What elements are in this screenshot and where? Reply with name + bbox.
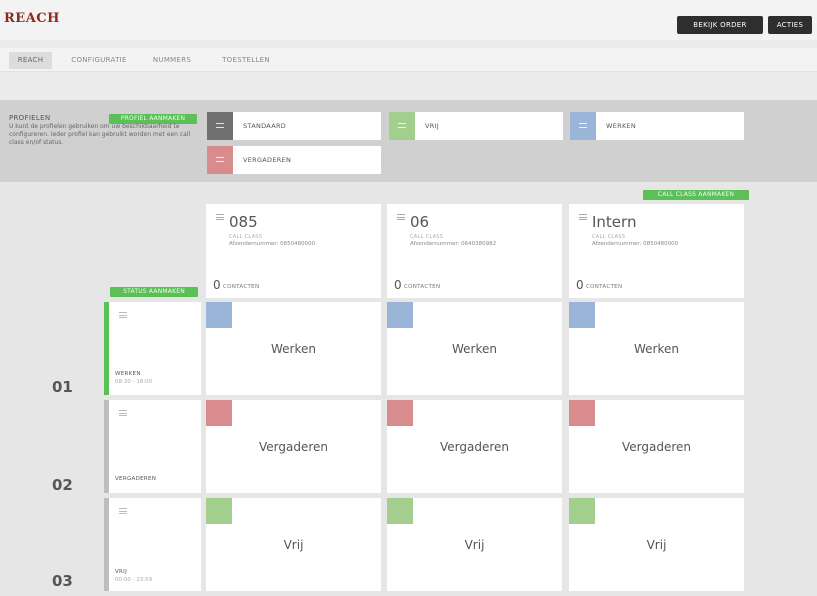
matrix-cell[interactable]: Vergaderen — [569, 400, 744, 493]
profile-color-swatch — [570, 112, 596, 140]
sender-number: Afzendernummer: 0640380982 — [410, 241, 497, 247]
add-status-button[interactable]: STATUS AANMAKEN — [110, 287, 198, 297]
cell-profile-label: Vergaderen — [621, 440, 691, 454]
call-class-label: CALL CLASS — [410, 234, 444, 240]
status-color-bar — [104, 302, 109, 395]
profile-card-vergaderen[interactable]: VERGADEREN — [207, 146, 381, 174]
matrix-cell[interactable]: Vergaderen — [387, 400, 562, 493]
menu-icon — [398, 123, 406, 128]
app-logo: REACH — [4, 11, 60, 26]
menu-icon[interactable] — [119, 312, 127, 318]
status-time: 08:30 - 18:00 — [115, 379, 153, 385]
tab-bar: REACH CONFIGURATIE NUMMERS TOESTELLEN — [0, 48, 817, 72]
cell-profile-label: Vrij — [646, 538, 667, 552]
cell-profile-label: Werken — [452, 342, 497, 356]
matrix-cell[interactable]: Vergaderen — [206, 400, 381, 493]
call-class-name: Intern — [592, 213, 637, 231]
tab-nummers[interactable]: NUMMERS — [144, 52, 200, 69]
call-class-name: 06 — [410, 213, 430, 231]
profiles-section: PROFIELEN PROFIEL AANMAKEN U kunt de pro… — [0, 100, 817, 182]
status-color-bar — [104, 498, 109, 591]
profile-name: VERGADEREN — [243, 156, 292, 164]
profile-card-werken[interactable]: WERKEN — [570, 112, 744, 140]
cell-profile-label: Vrij — [283, 538, 304, 552]
tab-configuratie[interactable]: CONFIGURATIE — [64, 52, 134, 69]
matrix-cell[interactable]: Vrij — [206, 498, 381, 591]
cell-profile-label: Werken — [271, 342, 316, 356]
status-card-vrij[interactable]: VRIJ 00:00 - 23:59 — [104, 498, 201, 591]
matrix-cell[interactable]: Vrij — [569, 498, 744, 591]
sender-number: Afzendernummer: 0850480000 — [229, 241, 316, 247]
menu-icon — [579, 123, 587, 128]
contact-count: 0 — [576, 278, 584, 292]
cell-profile-label: Vergaderen — [439, 440, 509, 454]
status-card-vergaderen[interactable]: VERGADEREN — [104, 400, 201, 493]
profile-color-swatch — [387, 400, 413, 426]
menu-icon[interactable] — [579, 214, 587, 220]
call-class-label: CALL CLASS — [229, 234, 263, 240]
contact-label: CONTACTEN — [404, 284, 441, 290]
view-order-button[interactable]: BEKIJK ORDER — [677, 16, 763, 34]
menu-icon — [216, 157, 224, 162]
cell-profile-label: Vrij — [464, 538, 485, 552]
actions-button[interactable]: ACTIES — [768, 16, 812, 34]
matrix-cell[interactable]: Werken — [206, 302, 381, 395]
matrix-cell[interactable]: Werken — [387, 302, 562, 395]
cell-profile-label: Werken — [634, 342, 679, 356]
status-color-bar — [104, 400, 109, 493]
call-class-card-085[interactable]: 085 CALL CLASS Afzendernummer: 085048000… — [206, 204, 381, 298]
profile-color-swatch — [387, 498, 413, 524]
status-name: VRIJ — [115, 569, 128, 575]
profile-color-swatch — [206, 400, 232, 426]
profile-color-swatch — [207, 146, 233, 174]
status-card-werken[interactable]: WERKEN 08:30 - 18:00 — [104, 302, 201, 395]
status-row-number: 01 — [52, 378, 73, 396]
profile-name: STANDAARD — [243, 122, 287, 130]
menu-icon[interactable] — [119, 410, 127, 416]
status-time: 00:00 - 23:59 — [115, 577, 153, 583]
contact-count: 0 — [394, 278, 402, 292]
menu-icon — [216, 123, 224, 128]
call-class-card-intern[interactable]: Intern CALL CLASS Afzendernummer: 085048… — [569, 204, 744, 298]
profile-color-swatch — [206, 302, 232, 328]
contact-label: CONTACTEN — [586, 284, 623, 290]
status-name: WERKEN — [115, 371, 141, 377]
menu-icon[interactable] — [119, 508, 127, 514]
top-bar: REACH BEKIJK ORDER ACTIES — [0, 0, 817, 40]
tab-reach[interactable]: REACH — [9, 52, 52, 69]
profile-name: VRIJ — [425, 122, 439, 130]
profile-card-standaard[interactable]: STANDAARD — [207, 112, 381, 140]
profiles-description: U kunt de profielen gebruiken om uw besc… — [9, 123, 191, 146]
sender-number: Afzendernummer: 0850480000 — [592, 241, 679, 247]
matrix-cell[interactable]: Werken — [569, 302, 744, 395]
call-class-label: CALL CLASS — [592, 234, 626, 240]
status-row-number: 03 — [52, 572, 73, 590]
profiles-title: PROFIELEN — [9, 114, 51, 122]
profile-name: WERKEN — [606, 122, 637, 130]
profile-color-swatch — [389, 112, 415, 140]
profile-color-swatch — [207, 112, 233, 140]
profile-color-swatch — [569, 498, 595, 524]
status-name: VERGADEREN — [115, 476, 157, 482]
menu-icon[interactable] — [397, 214, 405, 220]
call-class-name: 085 — [229, 213, 258, 231]
call-class-card-06[interactable]: 06 CALL CLASS Afzendernummer: 0640380982… — [387, 204, 562, 298]
status-row-number: 02 — [52, 476, 73, 494]
matrix-cell[interactable]: Vrij — [387, 498, 562, 591]
profile-card-vrij[interactable]: VRIJ — [389, 112, 563, 140]
contact-label: CONTACTEN — [223, 284, 260, 290]
add-call-class-button[interactable]: CALL CLASS AANMAKEN — [643, 190, 749, 200]
profile-color-swatch — [206, 498, 232, 524]
contact-count: 0 — [213, 278, 221, 292]
profile-color-swatch — [387, 302, 413, 328]
profile-color-swatch — [569, 302, 595, 328]
menu-icon[interactable] — [216, 214, 224, 220]
profile-color-swatch — [569, 400, 595, 426]
tab-toestellen[interactable]: TOESTELLEN — [214, 52, 278, 69]
cell-profile-label: Vergaderen — [258, 440, 328, 454]
